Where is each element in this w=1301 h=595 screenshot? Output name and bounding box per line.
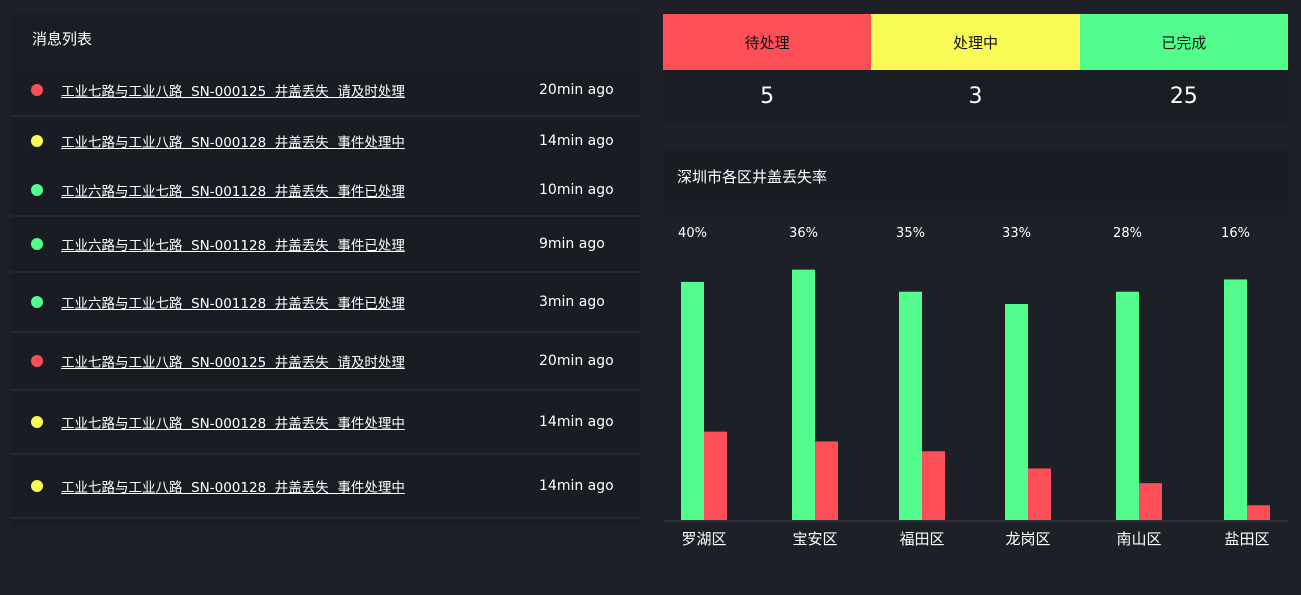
bar-red bbox=[815, 441, 838, 520]
message-list-title: 消息列表 bbox=[11, 13, 640, 65]
message-link[interactable]: 工业七路与工业八路 SN-000125 井盖丢失 请及时处理 bbox=[61, 351, 511, 371]
tab-done[interactable]: 已完成 bbox=[1079, 14, 1288, 70]
message-time: 10min ago bbox=[539, 182, 614, 198]
status-dot-icon bbox=[31, 480, 43, 492]
done-count: 25 bbox=[1169, 83, 1198, 109]
status-tabs: 待处理 处理中 已完成 bbox=[663, 14, 1288, 70]
bar-red bbox=[704, 431, 727, 520]
category-label: 南山区 bbox=[1116, 530, 1161, 548]
status-summary-panel: 待处理 处理中 已完成 5 3 25 bbox=[663, 14, 1288, 122]
bar-red bbox=[1028, 468, 1051, 520]
message-link[interactable]: 工业七路与工业八路 SN-000128 井盖丢失 事件处理中 bbox=[61, 412, 511, 432]
category-label: 宝安区 bbox=[792, 530, 837, 548]
message-link[interactable]: 工业六路与工业七路 SN-001128 井盖丢失 事件已处理 bbox=[61, 180, 511, 200]
rate-label: 35% bbox=[896, 226, 925, 241]
bar-red bbox=[1247, 505, 1270, 520]
message-row[interactable]: 工业六路与工业七路 SN-001128 井盖丢失 事件已处理 3min ago bbox=[11, 273, 640, 333]
rate-label: 40% bbox=[678, 226, 707, 241]
bar-green bbox=[899, 291, 922, 520]
rate-label: 16% bbox=[1221, 226, 1250, 241]
message-row[interactable]: 工业六路与工业七路 SN-001128 井盖丢失 事件已处理 9min ago bbox=[11, 217, 640, 273]
bar-red bbox=[1139, 483, 1162, 520]
rate-label: 28% bbox=[1113, 226, 1142, 241]
message-time: 14min ago bbox=[539, 133, 614, 149]
message-link[interactable]: 工业六路与工业七路 SN-001128 井盖丢失 事件已处理 bbox=[61, 234, 511, 254]
bar-green bbox=[681, 281, 704, 520]
message-row[interactable]: 工业七路与工业八路 SN-000128 井盖丢失 事件处理中 14min ago bbox=[11, 455, 640, 519]
message-time: 20min ago bbox=[539, 82, 614, 98]
chart-panel: 深圳市各区井盖丢失率 40% 罗湖区 36% 宝安区 35% 福田区 33% 龙岗区 28% 南山… bbox=[663, 150, 1288, 570]
message-row[interactable]: 工业七路与工业八路 SN-000128 井盖丢失 事件处理中 14min ago bbox=[11, 117, 640, 167]
category-label: 罗湖区 bbox=[681, 530, 726, 548]
tab-processing[interactable]: 处理中 bbox=[871, 14, 1080, 70]
pending-count: 5 bbox=[760, 83, 775, 109]
message-time: 14min ago bbox=[539, 478, 614, 494]
message-link[interactable]: 工业六路与工业七路 SN-001128 井盖丢失 事件已处理 bbox=[61, 292, 511, 312]
bar-green bbox=[1224, 279, 1247, 520]
rate-label: 36% bbox=[789, 226, 818, 241]
status-dot-icon bbox=[31, 416, 43, 428]
status-dot-icon bbox=[31, 296, 43, 308]
message-time: 20min ago bbox=[539, 353, 614, 369]
status-dot-icon bbox=[31, 84, 43, 96]
message-row[interactable]: 工业七路与工业八路 SN-000125 井盖丢失 请及时处理 20min ago bbox=[11, 333, 640, 391]
status-dot-icon bbox=[31, 184, 43, 196]
status-dot-icon bbox=[31, 135, 43, 147]
bar-chart: 40% 罗湖区 36% 宝安区 35% 福田区 33% 龙岗区 28% 南山区 16% 盐田区 bbox=[663, 226, 1288, 548]
message-row[interactable]: 工业七路与工业八路 SN-000128 井盖丢失 事件处理中 14min ago bbox=[11, 391, 640, 455]
message-link[interactable]: 工业七路与工业八路 SN-000128 井盖丢失 事件处理中 bbox=[61, 131, 511, 151]
message-time: 3min ago bbox=[539, 294, 605, 310]
processing-count: 3 bbox=[968, 83, 983, 109]
tab-pending[interactable]: 待处理 bbox=[663, 14, 872, 70]
bar-green bbox=[1116, 291, 1139, 520]
message-row[interactable]: 工业七路与工业八路 SN-000125 井盖丢失 请及时处理 20min ago bbox=[11, 65, 640, 117]
category-label: 龙岗区 bbox=[1005, 530, 1050, 548]
message-time: 14min ago bbox=[539, 414, 614, 430]
category-label: 福田区 bbox=[899, 530, 944, 548]
message-link[interactable]: 工业七路与工业八路 SN-000125 井盖丢失 请及时处理 bbox=[61, 80, 511, 100]
message-time: 9min ago bbox=[539, 236, 605, 252]
category-label: 盐田区 bbox=[1224, 530, 1269, 548]
status-counts: 5 3 25 bbox=[663, 70, 1288, 122]
rate-label: 33% bbox=[1002, 226, 1031, 241]
bar-green bbox=[792, 269, 815, 520]
message-link[interactable]: 工业七路与工业八路 SN-000128 井盖丢失 事件处理中 bbox=[61, 476, 511, 496]
bar-red bbox=[922, 451, 945, 520]
message-list-panel: 消息列表 工业七路与工业八路 SN-000125 井盖丢失 请及时处理 20min… bbox=[11, 13, 640, 526]
status-dot-icon bbox=[31, 238, 43, 250]
bar-green bbox=[1005, 304, 1028, 520]
message-row[interactable]: 工业六路与工业七路 SN-001128 井盖丢失 事件已处理 10min ago bbox=[11, 165, 640, 217]
status-dot-icon bbox=[31, 355, 43, 367]
